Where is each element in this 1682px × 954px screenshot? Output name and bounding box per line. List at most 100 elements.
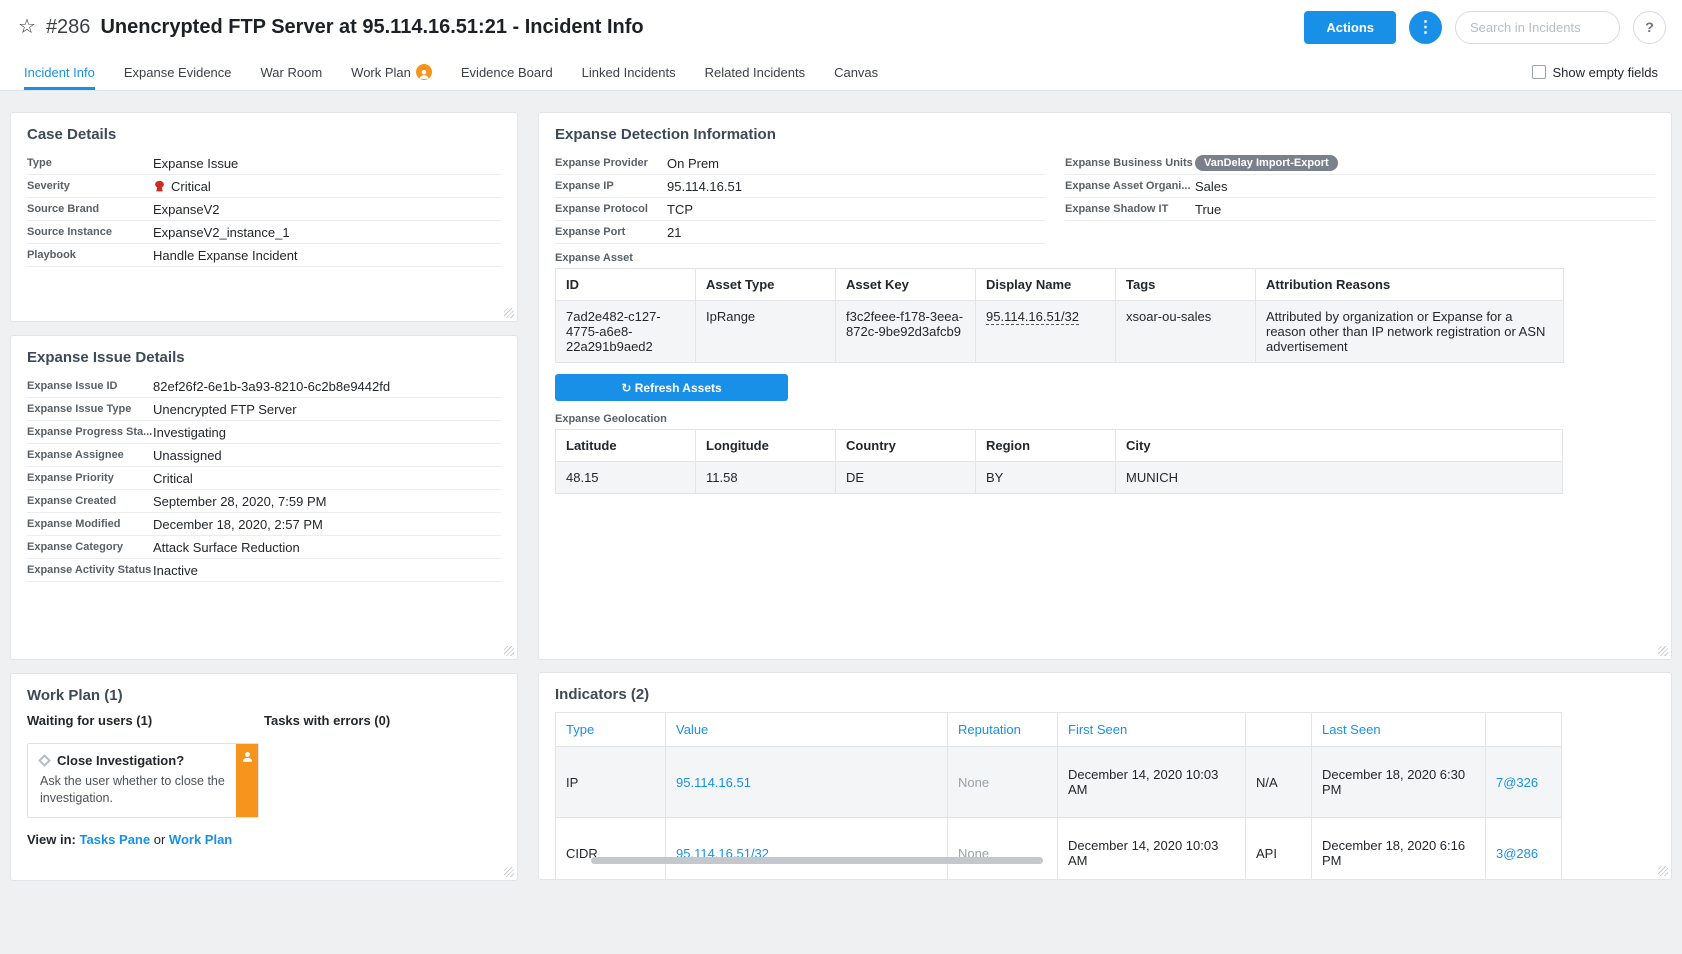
more-options-button[interactable]: ⋮ bbox=[1409, 11, 1442, 44]
column-header bbox=[1246, 713, 1312, 747]
field-label: Expanse Category bbox=[27, 541, 153, 553]
show-empty-fields-label: Show empty fields bbox=[1553, 65, 1659, 80]
table-header-row: ID Asset Type Asset Key Display Name Tag… bbox=[556, 269, 1564, 301]
help-button[interactable]: ? bbox=[1633, 11, 1666, 44]
view-in-label: View in: bbox=[27, 832, 76, 847]
field-label: Expanse Business Units bbox=[1065, 157, 1195, 169]
resize-handle[interactable] bbox=[504, 646, 514, 656]
task-title: Close Investigation? bbox=[57, 753, 184, 768]
field-row: Expanse Protocol TCP bbox=[555, 198, 1045, 221]
tab-expanse-evidence[interactable]: Expanse Evidence bbox=[124, 54, 232, 90]
resize-handle[interactable] bbox=[504, 308, 514, 318]
tab-work-plan[interactable]: Work Plan bbox=[351, 54, 432, 90]
show-empty-fields-checkbox[interactable] bbox=[1532, 65, 1546, 79]
indicator-row: IP 95.114.16.51 None December 14, 2020 1… bbox=[556, 747, 1562, 818]
display-name-link[interactable]: 95.114.16.51/32 bbox=[986, 309, 1079, 325]
right-column: Expanse Detection Information Expanse Pr… bbox=[538, 112, 1672, 880]
field-value: TCP bbox=[667, 202, 693, 217]
case-details-card: Case Details Type Expanse Issue Severity… bbox=[10, 112, 518, 322]
field-label: Expanse Assignee bbox=[27, 449, 153, 461]
question-icon: ? bbox=[1645, 19, 1654, 35]
field-label: Expanse IP bbox=[555, 180, 667, 192]
field-label: Expanse Provider bbox=[555, 157, 667, 169]
field-value: Attack Surface Reduction bbox=[153, 540, 300, 555]
field-value: Sales bbox=[1195, 179, 1228, 194]
page-title: Unencrypted FTP Server at 95.114.16.51:2… bbox=[100, 16, 643, 39]
critical-severity-icon bbox=[153, 180, 166, 193]
field-value: Inactive bbox=[153, 563, 198, 578]
indicator-last-seen: December 18, 2020 6:16 PM bbox=[1312, 818, 1486, 881]
show-empty-fields-toggle[interactable]: Show empty fields bbox=[1532, 54, 1659, 90]
field-value: Unassigned bbox=[153, 448, 222, 463]
field-label: Type bbox=[27, 157, 153, 169]
indicator-value-link[interactable]: 95.114.16.51 bbox=[676, 775, 751, 790]
sort-header-value[interactable]: Value bbox=[666, 713, 948, 747]
task-card[interactable]: Close Investigation? Ask the user whethe… bbox=[27, 743, 259, 818]
sort-header-reputation[interactable]: Reputation bbox=[948, 713, 1058, 747]
column-header: ID bbox=[556, 269, 696, 301]
tab-evidence-board[interactable]: Evidence Board bbox=[461, 54, 553, 90]
expanse-geolocation-table: Latitude Longitude Country Region City 4… bbox=[555, 429, 1563, 494]
expanse-asset-table: ID Asset Type Asset Key Display Name Tag… bbox=[555, 268, 1564, 363]
table-header-row: Latitude Longitude Country Region City bbox=[556, 430, 1563, 462]
field-row: Expanse Progress Sta... Investigating bbox=[27, 421, 501, 444]
field-value: True bbox=[1195, 202, 1221, 217]
card-title: Work Plan (1) bbox=[27, 687, 501, 704]
column-header: Asset Key bbox=[836, 269, 976, 301]
resize-handle[interactable] bbox=[1658, 646, 1668, 656]
field-label: Expanse Protocol bbox=[555, 203, 667, 215]
investigation-link[interactable]: 3@286 bbox=[1496, 846, 1538, 861]
horizontal-scrollbar[interactable] bbox=[591, 857, 1043, 864]
field-row: Expanse Assignee Unassigned bbox=[27, 444, 501, 467]
column-header: Latitude bbox=[556, 430, 696, 462]
indicator-first-seen: December 14, 2020 10:03 AM bbox=[1058, 747, 1246, 818]
incident-id: #286 bbox=[46, 16, 91, 39]
field-value: Unencrypted FTP Server bbox=[153, 402, 297, 417]
resize-handle[interactable] bbox=[504, 867, 514, 877]
indicators-table: Type Value Reputation First Seen Last Se… bbox=[555, 712, 1562, 880]
favorite-star-icon[interactable]: ☆ bbox=[18, 17, 36, 37]
field-row: Source Brand ExpanseV2 bbox=[27, 198, 501, 221]
table-header-row: Type Value Reputation First Seen Last Se… bbox=[556, 713, 1562, 747]
city-cell: MUNICH bbox=[1116, 462, 1563, 494]
field-row: Expanse Shadow IT True bbox=[1065, 198, 1655, 221]
field-row: Expanse Business Units VanDelay Import-E… bbox=[1065, 152, 1655, 175]
refresh-icon: ↻ bbox=[621, 381, 631, 395]
tasks-pane-link[interactable]: Tasks Pane bbox=[80, 832, 151, 847]
field-label: Expanse Created bbox=[27, 495, 153, 507]
indicator-reputation: None bbox=[948, 747, 1058, 818]
sort-header-last-seen[interactable]: Last Seen bbox=[1312, 713, 1486, 747]
field-label: Expanse Progress Sta... bbox=[27, 426, 153, 438]
tab-incident-info[interactable]: Incident Info bbox=[24, 54, 95, 90]
field-label: Source Brand bbox=[27, 203, 153, 215]
field-value: 21 bbox=[667, 225, 681, 240]
tab-war-room[interactable]: War Room bbox=[261, 54, 323, 90]
column-header: Attribution Reasons bbox=[1256, 269, 1564, 301]
indicators-card: Indicators (2) Type Value Reputation Fir… bbox=[538, 672, 1672, 880]
refresh-assets-button[interactable]: ↻ Refresh Assets bbox=[555, 374, 788, 401]
field-row: Source Instance ExpanseV2_instance_1 bbox=[27, 221, 501, 244]
field-label: Expanse Port bbox=[555, 226, 667, 238]
main-content: Case Details Type Expanse Issue Severity… bbox=[0, 91, 1682, 881]
field-row: Expanse Category Attack Surface Reductio… bbox=[27, 536, 501, 559]
sort-header-type[interactable]: Type bbox=[556, 713, 666, 747]
tab-related-incidents[interactable]: Related Incidents bbox=[705, 54, 805, 90]
indicator-type: CIDR bbox=[556, 818, 666, 881]
search-input[interactable] bbox=[1455, 11, 1620, 44]
sort-header-first-seen[interactable]: First Seen bbox=[1058, 713, 1246, 747]
waiting-for-users-header: Waiting for users (1) bbox=[27, 713, 264, 728]
resize-handle[interactable] bbox=[1658, 866, 1668, 876]
expanse-geolocation-label: Expanse Geolocation bbox=[555, 413, 1655, 425]
field-row: Expanse Modified December 18, 2020, 2:57… bbox=[27, 513, 501, 536]
tab-canvas[interactable]: Canvas bbox=[834, 54, 878, 90]
work-plan-link[interactable]: Work Plan bbox=[169, 832, 232, 847]
actions-button[interactable]: Actions bbox=[1304, 11, 1396, 44]
field-row: Expanse Provider On Prem bbox=[555, 152, 1045, 175]
indicator-source: API bbox=[1246, 818, 1312, 881]
field-value: September 28, 2020, 7:59 PM bbox=[153, 494, 326, 509]
indicator-last-seen: December 18, 2020 6:30 PM bbox=[1312, 747, 1486, 818]
tab-linked-incidents[interactable]: Linked Incidents bbox=[582, 54, 676, 90]
field-label: Expanse Modified bbox=[27, 518, 153, 530]
investigation-link[interactable]: 7@326 bbox=[1496, 775, 1538, 790]
table-row: 7ad2e482-c127-4775-a6e8-22a291b9aed2 IpR… bbox=[556, 301, 1564, 363]
